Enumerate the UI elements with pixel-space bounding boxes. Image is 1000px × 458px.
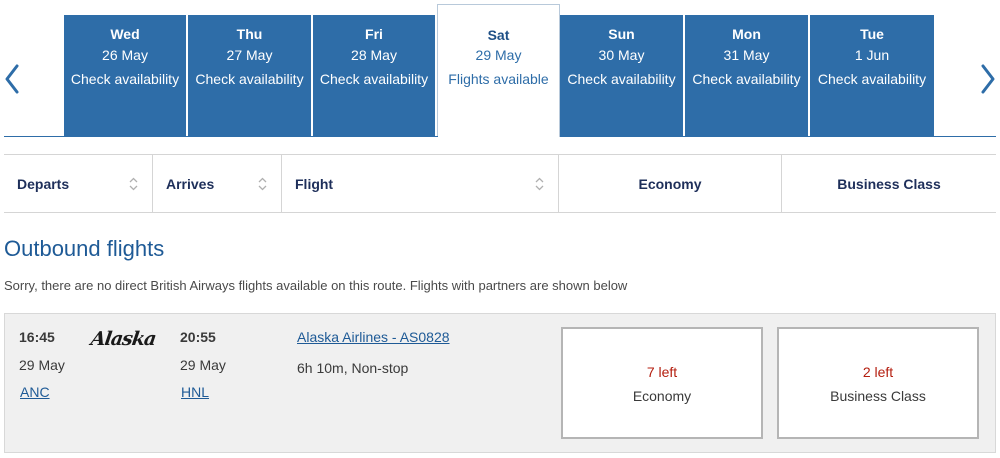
day-date: 26 May [102, 47, 148, 63]
arrival-time: 20:55 [180, 329, 216, 345]
sort-departs-label: Departs [17, 175, 70, 192]
day-name: Fri [365, 26, 383, 42]
day-status: Check availability [692, 71, 801, 87]
day-status: Flights available [448, 71, 549, 87]
economy-seats-left: 7 left [646, 364, 678, 380]
sort-flight-label: Flight [295, 175, 334, 192]
date-tab-sun[interactable]: Sun 30 May Check availability [560, 15, 685, 137]
alaska-airlines-logo: Alaska [89, 328, 157, 350]
sort-arrows-icon [258, 177, 267, 191]
economy-cabin-label: Economy [632, 388, 692, 404]
day-date: 1 Jun [854, 47, 890, 63]
business-seats-left: 2 left [862, 364, 894, 380]
sort-arrives-label: Arrives [166, 175, 215, 192]
next-dates-arrow[interactable] [977, 62, 999, 96]
departure-time: 16:45 [19, 329, 55, 345]
date-tab-wed[interactable]: Wed 26 May Check availability [64, 15, 188, 137]
flight-number-link[interactable]: Alaska Airlines - AS0828 [297, 329, 450, 345]
day-date: 30 May [598, 47, 645, 63]
flight-result-card: 16:45 29 May ANC Alaska 20:55 29 May HNL… [4, 313, 996, 453]
sort-flight[interactable]: Flight [282, 155, 559, 212]
date-tab-sat-selected[interactable]: Sat 29 May Flights available [437, 4, 560, 137]
day-name: Sun [608, 26, 635, 42]
departure-date: 29 May [19, 357, 65, 373]
cabin-header-economy: Economy [559, 155, 782, 212]
sort-arrows-icon [535, 177, 544, 191]
business-fare-button[interactable]: 2 left Business Class [777, 327, 979, 439]
business-cabin-label: Business Class [830, 388, 926, 404]
chevron-right-icon [981, 64, 995, 94]
day-date: 31 May [723, 47, 770, 63]
chevron-left-icon [5, 64, 19, 94]
sort-arrows-icon [129, 177, 138, 191]
day-status: Check availability [319, 71, 429, 87]
divider [4, 136, 438, 137]
economy-header-label: Economy [638, 175, 702, 192]
date-tab-tue[interactable]: Tue 1 Jun Check availability [810, 15, 934, 137]
date-tab-thu[interactable]: Thu 27 May Check availability [188, 15, 313, 137]
prev-dates-arrow[interactable] [1, 62, 23, 96]
day-name: Thu [236, 26, 263, 42]
arrival-date: 29 May [180, 357, 226, 373]
economy-fare-button[interactable]: 7 left Economy [561, 327, 763, 439]
day-status: Check availability [195, 71, 304, 87]
sort-bar: Departs Arrives Flight Economy Business … [4, 154, 996, 213]
flight-duration: 6h 10m, Non-stop [297, 360, 409, 376]
outbound-flights-title: Outbound flights [4, 236, 165, 261]
divider [560, 136, 996, 137]
date-selector: Wed 26 May Check availability Thu 27 May… [64, 4, 934, 137]
sort-departs[interactable]: Departs [4, 155, 153, 212]
sort-arrives[interactable]: Arrives [153, 155, 282, 212]
day-name: Sat [487, 27, 510, 43]
day-status: Check availability [817, 71, 927, 87]
day-status: Check availability [567, 71, 676, 87]
arrival-airport-link[interactable]: HNL [181, 384, 209, 400]
day-name: Tue [860, 26, 884, 42]
date-tab-mon[interactable]: Mon 31 May Check availability [685, 15, 810, 137]
date-tab-fri[interactable]: Fri 28 May Check availability [313, 15, 437, 137]
departure-airport-link[interactable]: ANC [20, 384, 50, 400]
day-name: Mon [732, 26, 761, 42]
no-direct-flights-notice: Sorry, there are no direct British Airwa… [4, 278, 628, 293]
cabin-header-business: Business Class [782, 155, 996, 212]
day-date: 28 May [351, 47, 397, 63]
day-status: Check availability [70, 71, 180, 87]
day-name: Wed [110, 26, 140, 42]
business-header-label: Business Class [837, 175, 941, 192]
day-date: 27 May [226, 47, 273, 63]
day-date: 29 May [475, 47, 522, 63]
